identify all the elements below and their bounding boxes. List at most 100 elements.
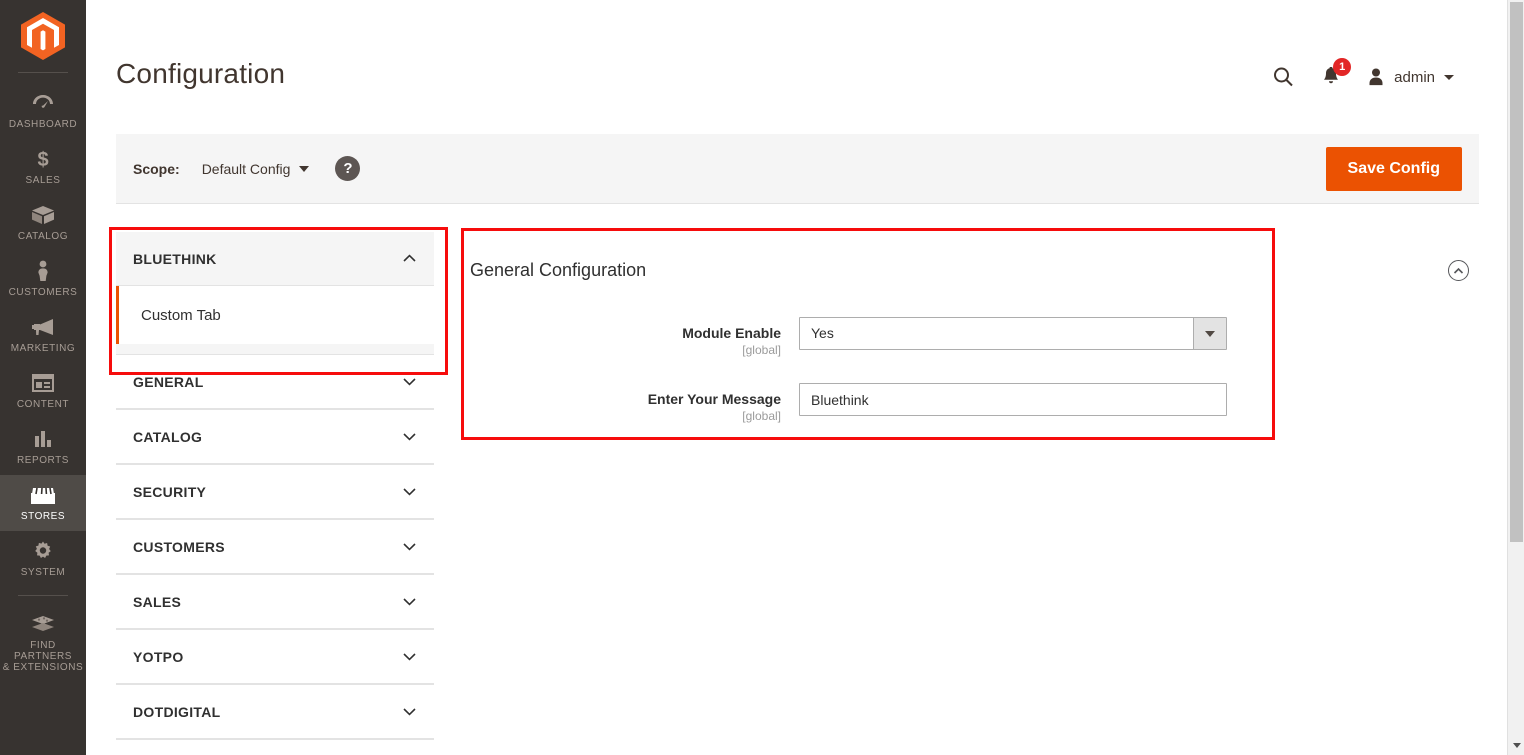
sidebar-item-label-line2: & EXTENSIONS (2, 662, 84, 673)
scrollbar-thumb[interactable] (1510, 2, 1523, 542)
select-dropdown-button[interactable] (1193, 318, 1226, 349)
sidebar-item-label: Stores (20, 511, 66, 522)
panel-title: General Configuration (470, 260, 647, 280)
scope-label: Scope: (133, 160, 180, 177)
chevron-down-icon (403, 708, 416, 716)
nav-section-title: DOTDIGITAL (133, 703, 221, 720)
sidebar-item-label-line1: FIND PARTNERS (14, 640, 72, 662)
help-button[interactable]: ? (335, 156, 361, 181)
person-icon (35, 259, 51, 283)
page-header: Configuration 1 admin (86, 0, 1496, 120)
sidebar-item-label: Sales (25, 175, 61, 186)
extensions-icon (31, 612, 55, 636)
nav-section-general: GENERAL (116, 355, 434, 410)
field-label-box: Enter Your Message [global] (465, 383, 799, 423)
admin-page: Dashboard $ Sales Catalog Customers Mark… (0, 0, 1524, 755)
gear-icon (32, 539, 54, 563)
scrollbar-down-arrow[interactable] (1508, 737, 1524, 753)
chevron-up-circle-icon (1453, 267, 1464, 274)
admin-menu[interactable]: admin (1365, 66, 1454, 88)
configuration-panel: General Configuration Module Enable [glo… (465, 232, 1271, 423)
sidebar-item-label: Content (16, 399, 70, 410)
nav-section-bluethink: BLUETHINK Custom Tab (116, 232, 434, 355)
megaphone-icon (31, 315, 55, 339)
save-config-button[interactable]: Save Config (1325, 147, 1462, 191)
collapse-section-button[interactable] (1448, 260, 1469, 281)
sidebar-divider-top (18, 72, 68, 73)
svg-text:$: $ (37, 149, 48, 170)
nav-section-header[interactable]: SALES (116, 575, 434, 629)
chevron-down-icon (403, 433, 416, 441)
sidebar-item-label: System (20, 567, 66, 578)
page-title: Configuration (116, 58, 286, 89)
sidebar-item-sales[interactable]: $ Sales (0, 139, 86, 195)
nav-section-title: CATALOG (133, 428, 203, 445)
chevron-down-icon (403, 543, 416, 551)
message-input[interactable] (799, 383, 1227, 416)
vertical-scrollbar[interactable] (1507, 0, 1524, 755)
sidebar-item-label: Customers (8, 287, 78, 298)
nav-section-header[interactable]: BLUETHINK (116, 232, 434, 286)
nav-section-customers: CUSTOMERS (116, 520, 434, 575)
bar-chart-icon (32, 427, 54, 451)
field-enter-your-message: Enter Your Message [global] (465, 383, 1271, 423)
chevron-down-icon (403, 488, 416, 496)
field-label: Enter Your Message (647, 391, 781, 407)
search-button[interactable] (1259, 60, 1307, 94)
nav-section-title: CUSTOMERS (133, 538, 225, 555)
scope-selector[interactable]: Default Config (202, 161, 310, 177)
scope-bar: Scope: Default Config ? Save Config (116, 134, 1479, 204)
module-enable-select[interactable]: Yes (799, 317, 1227, 350)
chevron-down-icon (403, 378, 416, 386)
sidebar-item-dashboard[interactable]: Dashboard (0, 83, 86, 139)
caret-down-icon (1205, 330, 1215, 337)
nav-section-header[interactable]: SECURITY (116, 465, 434, 519)
select-value: Yes (811, 325, 834, 341)
magento-logo-icon (21, 12, 65, 60)
nav-section-title: BLUETHINK (133, 250, 217, 267)
sidebar-item-label: Catalog (17, 231, 69, 242)
store-icon (31, 483, 55, 507)
user-icon (1369, 68, 1383, 86)
box-icon (31, 203, 55, 227)
chevron-up-icon (403, 254, 416, 262)
nav-section-footer (116, 344, 434, 354)
admin-name: admin (1394, 68, 1435, 86)
sidebar-item-find-partners[interactable]: FIND PARTNERS & EXTENSIONS (0, 604, 86, 682)
sidebar-item-system[interactable]: System (0, 531, 86, 587)
notifications-button[interactable]: 1 (1307, 58, 1355, 94)
nav-section-dotdigital: DOTDIGITAL (116, 685, 434, 740)
nav-section-yotpo: YOTPO (116, 630, 434, 685)
sidebar-item-content[interactable]: Content (0, 363, 86, 419)
nav-section-title: GENERAL (133, 373, 204, 390)
layout-icon (32, 371, 54, 395)
nav-section-security: SECURITY (116, 465, 434, 520)
dollar-icon: $ (35, 147, 51, 171)
nav-section-header[interactable]: CUSTOMERS (116, 520, 434, 574)
sidebar-item-reports[interactable]: Reports (0, 419, 86, 475)
nav-section-title: SECURITY (133, 483, 207, 500)
nav-section-header[interactable]: YOTPO (116, 630, 434, 684)
field-scope: [global] (742, 409, 781, 423)
sidebar-divider-bottom (18, 595, 68, 596)
sidebar-item-catalog[interactable]: Catalog (0, 195, 86, 251)
nav-section-title: SALES (133, 593, 182, 610)
sidebar-item-marketing[interactable]: Marketing (0, 307, 86, 363)
field-label-box: Module Enable [global] (465, 317, 799, 357)
nav-section-header[interactable]: GENERAL (116, 355, 434, 409)
sidebar-item-label: Marketing (10, 343, 76, 354)
nav-item-custom-tab[interactable]: Custom Tab (116, 286, 434, 344)
nav-section-header[interactable]: DOTDIGITAL (116, 685, 434, 739)
scope-selected-value: Default Config (201, 160, 291, 177)
search-icon (1274, 67, 1293, 87)
sidebar-item-customers[interactable]: Customers (0, 251, 86, 307)
nav-section-title: YOTPO (133, 648, 184, 665)
dashboard-icon (32, 91, 54, 115)
notification-badge: 1 (1333, 58, 1352, 76)
caret-down-icon (1512, 742, 1521, 748)
chevron-down-icon (403, 598, 416, 606)
nav-section-header[interactable]: CATALOG (116, 410, 434, 464)
chevron-down-icon (1444, 74, 1454, 80)
sidebar-item-stores[interactable]: Stores (0, 475, 86, 531)
magento-logo[interactable] (0, 0, 86, 72)
